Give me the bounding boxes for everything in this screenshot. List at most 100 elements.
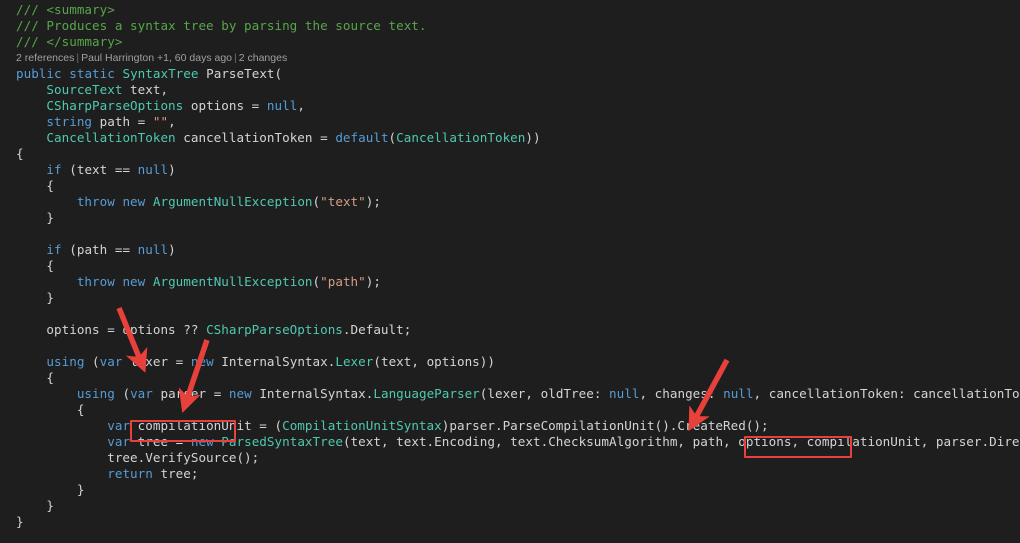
code-token-id: { [16,178,55,193]
code-token-id: )) [525,130,541,145]
code-token-kw: if [46,242,62,257]
code-line[interactable]: using (var lexer = new InternalSyntax.Le… [0,354,1020,370]
code-token-id: , changes: [639,386,724,401]
code-line[interactable]: /// <summary> [0,2,1020,18]
code-token-id: ); [365,274,381,289]
code-line[interactable]: options = options ?? CSharpParseOptions.… [0,322,1020,338]
code-line[interactable]: /// </summary> [0,34,1020,50]
code-line[interactable]: if (path == null) [0,242,1020,258]
code-token-typ: CSharpParseOptions [46,98,184,113]
code-token-id: tree; [152,466,199,481]
code-editor-surface[interactable]: /// <summary>/// Produces a syntax tree … [0,0,1020,543]
code-token-pun [16,354,46,369]
code-token-id: path = [92,114,153,129]
code-token-id: , [297,98,305,113]
code-token-typ: SourceText [46,82,123,97]
code-token-typ: Lexer [335,354,374,369]
code-token-id: parser = [152,386,229,401]
code-token-kw: new [122,194,146,209]
code-line[interactable]: { [0,370,1020,386]
code-token-id: )parser.ParseCompilationUnit().CreateRed… [441,418,769,433]
code-token-typ: SyntaxTree [122,66,199,81]
codelens-references-link[interactable]: 2 references [16,52,74,64]
code-token-id: { [16,402,85,417]
code-token-kw: new [228,386,252,401]
code-text-layer[interactable]: /// <summary>/// Produces a syntax tree … [0,0,1020,543]
code-line[interactable]: } [0,482,1020,498]
code-token-id: InternalSyntax. [251,386,374,401]
code-token-id: { [16,146,24,161]
code-token-id: { [16,258,55,273]
code-token-kw: return [107,466,153,481]
code-token-id: } [16,210,55,225]
code-token-kw: new [190,354,214,369]
code-token-id: } [16,482,85,497]
code-line[interactable]: throw new ArgumentNullException("path"); [0,274,1020,290]
code-token-pun [16,162,46,177]
code-token-kw: default [335,130,389,145]
codelens-bar[interactable]: 2 references | Paul Harrington +1, 60 days… [0,50,1020,66]
code-token-str: "" [152,114,169,129]
code-token-kw: null [723,386,754,401]
code-line[interactable]: } [0,498,1020,514]
code-token-pun [16,242,46,257]
code-token-typ: ArgumentNullException [152,274,313,289]
code-token-id: ) [168,242,176,257]
code-token-id: (text, options)) [373,354,495,369]
code-line[interactable] [0,226,1020,242]
code-line[interactable]: using (var parser = new InternalSyntax.L… [0,386,1020,402]
code-line[interactable]: /// Produces a syntax tree by parsing th… [0,18,1020,34]
code-token-id: { [16,370,55,385]
code-line[interactable] [0,338,1020,354]
code-line[interactable]: { [0,146,1020,162]
code-token-kw: var [107,418,131,433]
code-token-kw: string [46,114,93,129]
code-token-str: "text" [320,194,366,209]
codelens-author-link[interactable]: Paul Harrington +1, 60 days ago [81,52,232,64]
code-token-id: } [16,290,55,305]
code-line[interactable]: CancellationToken cancellationToken = de… [0,130,1020,146]
code-line[interactable]: if (text == null) [0,162,1020,178]
code-token-kw: public [16,66,62,81]
code-line[interactable]: } [0,514,1020,530]
code-token-cmt: /// </summary> [16,34,123,49]
code-line[interactable] [0,306,1020,322]
code-line[interactable]: { [0,178,1020,194]
code-token-id: ( [114,386,131,401]
code-token-pun [145,274,153,289]
code-line[interactable]: throw new ArgumentNullException("text"); [0,194,1020,210]
code-line[interactable]: } [0,290,1020,306]
code-token-id: (path == [61,242,138,257]
code-line[interactable]: } [0,210,1020,226]
code-token-typ: CSharpParseOptions [206,322,343,337]
code-token-kw: using [46,354,85,369]
code-token-pun [16,418,107,433]
code-token-id: , [168,114,176,129]
code-token-pun [16,194,77,209]
code-token-id: ) [168,162,176,177]
code-line[interactable]: SourceText text, [0,82,1020,98]
code-line[interactable]: tree.VerifySource(); [0,450,1020,466]
code-token-pun [145,194,153,209]
code-line[interactable]: { [0,402,1020,418]
codelens-changes-link[interactable]: 2 changes [239,52,287,64]
code-token-id: (lexer, oldTree: [479,386,610,401]
code-token-id: ( [84,354,100,369]
code-token-typ: CancellationToken [396,130,526,145]
code-token-id: ); [365,194,381,209]
codelens-separator: | [234,52,237,64]
code-line[interactable]: { [0,258,1020,274]
code-token-id: options = [183,98,267,113]
code-token-id: ParseText( [206,66,283,81]
code-token-kw: var [99,354,123,369]
code-token-kw: var [130,386,153,401]
code-token-cmt: /// <summary> [16,2,115,17]
code-line[interactable]: public static SyntaxTree ParseText( [0,66,1020,82]
code-line[interactable]: string path = "", [0,114,1020,130]
code-token-kw: null [609,386,640,401]
code-token-kw: null [137,242,169,257]
code-token-kw: throw [76,274,115,289]
code-token-id: } [16,514,24,529]
code-line[interactable]: CSharpParseOptions options = null, [0,98,1020,114]
code-line[interactable]: return tree; [0,466,1020,482]
